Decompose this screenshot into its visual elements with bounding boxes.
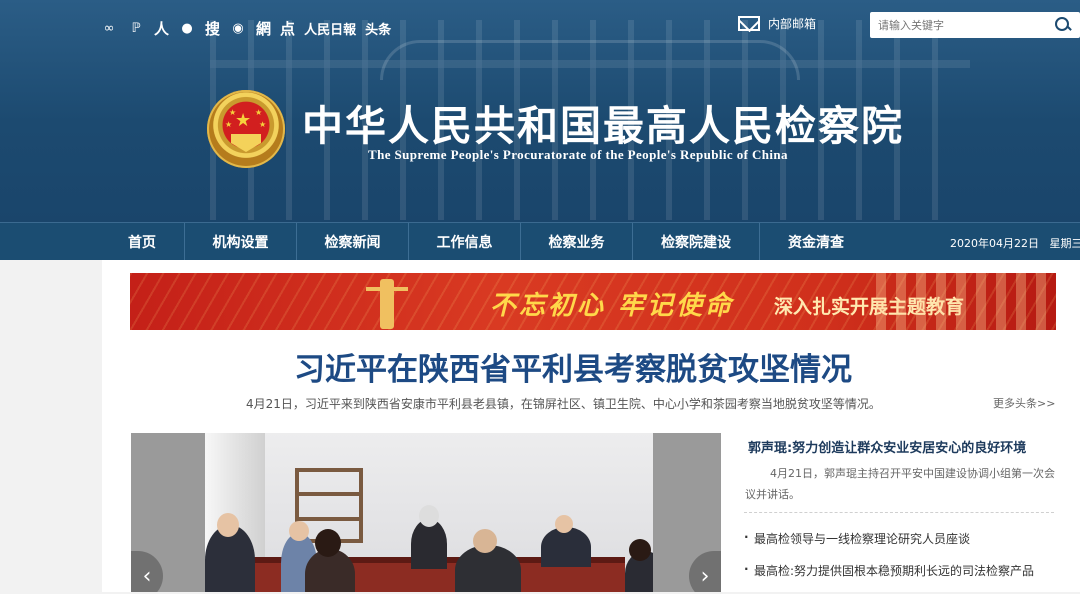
social-links: ∞ ℙ 人 ● 搜 ◉ 網 点 人民日報 头条 — [100, 18, 391, 39]
netease-icon[interactable]: ◉ — [229, 20, 247, 38]
divider — [744, 512, 1054, 513]
nav-item-home[interactable]: 首页 — [100, 223, 185, 261]
headline-summary: 4月21日，习近平来到陕西省安康市平利县老县镇，在锦屏社区、镇卫生院、中心小学和… — [246, 395, 881, 412]
huabiao-pillar-icon — [380, 279, 394, 329]
side-news-desc: 4月21日，郭声琨主持召开平安中国建设协调小组第一次会议并讲话。 — [745, 463, 1060, 505]
side-news-list: ·最高检领导与一线检察理论研究人员座谈 ·最高检:努力提供固根本稳预期利长远的司… — [744, 530, 1034, 594]
carousel-prev-button[interactable]: ‹ — [131, 551, 163, 592]
bullet-icon: · — [744, 530, 754, 544]
headline-title[interactable]: 习近平在陕西省平利县考察脱贫攻坚情况 — [294, 344, 852, 389]
site-subtitle: The Supreme People's Procuratorate of th… — [368, 147, 788, 163]
internal-mail-link[interactable]: 内部邮箱 — [738, 15, 816, 32]
procuratorate-emblem-logo: ★ ★ ★ ★ ★ — [207, 90, 285, 168]
nav-item-construction[interactable]: 检察院建设 — [633, 223, 760, 261]
carousel-photo[interactable] — [205, 433, 653, 592]
social-link-wang[interactable]: 網 — [256, 18, 271, 39]
great-wall-decoration — [876, 273, 1056, 330]
list-item-text[interactable]: 最高检:努力提供固根本稳预期利长远的司法检察产品 — [754, 562, 1034, 579]
social-link-sou[interactable]: 搜 — [205, 18, 220, 39]
wechat-icon[interactable]: ● — [178, 20, 196, 38]
mail-icon — [738, 16, 760, 31]
people-daily-icon[interactable]: ℙ — [127, 20, 145, 38]
search-box — [870, 12, 1080, 38]
search-icon[interactable] — [1054, 16, 1072, 34]
more-headlines-link[interactable]: 更多头条>> — [993, 395, 1055, 411]
weekday-text: 星期三 — [1050, 237, 1080, 250]
nav-item-work-info[interactable]: 工作信息 — [409, 223, 521, 261]
carousel-next-button[interactable]: › — [689, 551, 721, 592]
social-link-peoples-daily[interactable]: 人民日報 — [304, 19, 356, 38]
site-header: ∞ ℙ 人 ● 搜 ◉ 網 点 人民日報 头条 内部邮箱 ★ ★ ★ ★ ★ 中… — [0, 0, 1080, 222]
theme-education-banner[interactable]: 不忘初心 牢记使命 深入扎实开展主题教育 — [130, 273, 1056, 330]
social-link-dian[interactable]: 点 — [280, 18, 295, 39]
nav-item-organization[interactable]: 机构设置 — [185, 223, 297, 261]
weibo-icon[interactable]: ∞ — [100, 20, 118, 38]
mail-label: 内部邮箱 — [768, 15, 816, 32]
site-title: 中华人民共和国最高人民检察院 — [302, 92, 904, 152]
list-item-text[interactable]: 最高检领导与一线检察理论研究人员座谈 — [754, 530, 970, 547]
side-news-title[interactable]: 郭声琨:努力创造让群众安业安居安心的良好环境 — [748, 437, 1026, 456]
banner-slogan: 不忘初心 牢记使命 — [490, 285, 734, 322]
search-input[interactable] — [870, 13, 1050, 37]
nav-item-news[interactable]: 检察新闻 — [297, 223, 409, 261]
nav-item-business[interactable]: 检察业务 — [521, 223, 633, 261]
social-link-ren[interactable]: 人 — [154, 18, 169, 39]
date-text: 2020年04月22日 — [950, 237, 1039, 250]
list-item[interactable]: ·最高检:努力提供固根本稳预期利长远的司法检察产品 — [744, 562, 1034, 594]
list-item[interactable]: ·最高检领导与一线检察理论研究人员座谈 — [744, 530, 1034, 562]
building-dome — [380, 40, 800, 80]
main-nav: 首页 机构设置 检察新闻 工作信息 检察业务 检察院建设 资金清查 2020年0… — [0, 222, 1080, 260]
nav-item-funds[interactable]: 资金清查 — [760, 223, 872, 261]
bullet-icon: · — [744, 562, 754, 576]
current-date: 2020年04月22日 星期三 — [950, 235, 1080, 251]
social-link-toutiao[interactable]: 头条 — [365, 19, 391, 38]
photo-carousel: ‹ › — [131, 433, 721, 592]
